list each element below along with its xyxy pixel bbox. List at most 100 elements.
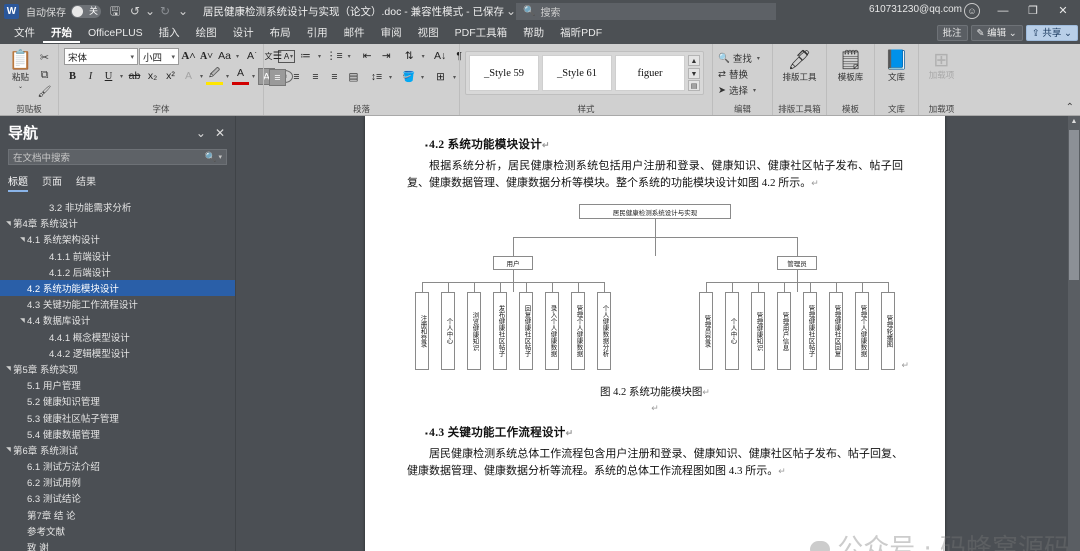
tab-mailings[interactable]: 邮件 [336, 23, 373, 43]
autosave-toggle[interactable]: 关 [71, 4, 101, 18]
undo-dropdown-icon[interactable]: ⌄ [145, 2, 155, 20]
sort-az-icon[interactable]: A↓ [432, 48, 449, 65]
nav-item[interactable]: 3.2 非功能需求分析 [0, 199, 235, 215]
sort-icon[interactable]: ⇅ [401, 48, 418, 65]
align-center-icon[interactable]: ≡ [288, 69, 305, 86]
expand-arrow-icon[interactable]: ◢ [5, 445, 12, 454]
chevron-down-icon[interactable]: ▾ [234, 53, 241, 60]
share-button[interactable]: ⇪ 共享 ⌄ [1025, 25, 1078, 41]
redo-icon[interactable]: ↻ [155, 2, 175, 20]
library-button[interactable]: 📘 文库 [880, 48, 913, 83]
styles-scroll-up-icon[interactable]: ▲ [688, 55, 700, 66]
nav-item[interactable]: ◢ 4.4 数据库设计 [0, 312, 235, 328]
nav-item[interactable]: 第7章 结 论 [0, 507, 235, 523]
font-name-input[interactable]: 宋体 ▾ [64, 48, 138, 65]
comment-button[interactable]: 批注 [936, 25, 968, 41]
template-button[interactable]: 🗒 模板库 [832, 48, 869, 83]
paste-button[interactable]: 📋 粘贴 ⌄ [5, 48, 36, 90]
nav-item[interactable]: 4.1.1 前端设计 [0, 248, 235, 264]
nav-item[interactable]: ◢ 第6章 系统测试 [0, 442, 235, 458]
italic-button[interactable]: I [82, 68, 99, 85]
customize-quick-access-icon[interactable]: ⌄ [175, 2, 191, 20]
chevron-down-icon[interactable]: ▾ [250, 73, 257, 80]
chevron-down-icon[interactable]: ▾ [316, 53, 323, 60]
tab-file[interactable]: 文件 [6, 23, 43, 43]
nav-tab-headings[interactable]: 标题 [8, 173, 28, 192]
nav-item[interactable]: 致 谢 [0, 539, 235, 551]
cut-icon[interactable]: ✂ [36, 50, 53, 66]
style-item[interactable]: figuer [615, 55, 685, 91]
avatar[interactable]: ☺ [964, 3, 980, 19]
nav-item[interactable]: 参考文献 [0, 523, 235, 539]
typeset-button[interactable]: 🖊 排版工具 [778, 48, 821, 83]
find-button[interactable]: 🔍 查找 ▾ [718, 51, 762, 66]
nav-item[interactable]: 5.2 健康知识管理 [0, 393, 235, 409]
justify-icon[interactable]: ≡ [326, 69, 343, 86]
tab-help[interactable]: 帮助 [515, 23, 552, 43]
tab-review[interactable]: 审阅 [373, 23, 410, 43]
multilevel-list-icon[interactable]: ⋮≡ [325, 48, 344, 65]
account-email[interactable]: 610731230@qq.com [869, 4, 962, 15]
expand-arrow-icon[interactable]: ◢ [19, 235, 26, 244]
chevron-down-icon[interactable]: ▾ [288, 53, 295, 60]
nav-tab-results[interactable]: 结果 [76, 173, 96, 192]
expand-arrow-icon[interactable]: ◢ [19, 316, 26, 325]
tab-design[interactable]: 设计 [225, 23, 262, 43]
borders-icon[interactable]: ⊞ [432, 69, 449, 86]
chevron-down-icon[interactable]: ▾ [218, 153, 222, 161]
tab-draw[interactable]: 绘图 [188, 23, 225, 43]
vertical-scrollbar[interactable]: ▲ ▼ [1068, 116, 1080, 551]
tab-officeplus[interactable]: OfficePLUS [80, 23, 151, 43]
nav-item[interactable]: ◢ 第4章 系统设计 [0, 215, 235, 231]
chevron-down-icon[interactable]: ▾ [419, 74, 426, 81]
chevron-down-icon[interactable]: ▾ [420, 53, 427, 60]
styles-more-icon[interactable]: ▤ [688, 80, 700, 91]
text-effects-icon[interactable]: A [180, 68, 197, 85]
shrink-font-button[interactable]: A˅ [198, 48, 215, 65]
numbered-list-icon[interactable]: ≔ [297, 48, 314, 65]
minimize-button[interactable]: — [988, 0, 1018, 22]
close-icon[interactable]: ✕ [215, 126, 225, 140]
font-color-icon[interactable]: A [232, 68, 249, 85]
align-right-icon[interactable]: ≡ [307, 69, 324, 86]
search-box[interactable]: 🔍 搜索 [516, 3, 776, 20]
styles-gallery[interactable]: _Style 59 _Style 61 figuer ▲ ▼ ▤ [465, 51, 704, 95]
clear-formatting-icon[interactable]: A͘ [242, 48, 259, 65]
select-button[interactable]: ➤ 选择 ▾ [718, 83, 762, 98]
underline-button[interactable]: U [100, 68, 117, 85]
nav-item[interactable]: 6.1 测试方法介绍 [0, 458, 235, 474]
tab-insert[interactable]: 插入 [151, 23, 188, 43]
bold-button[interactable]: B [64, 68, 81, 85]
save-icon[interactable]: 🖫 [105, 2, 125, 20]
addins-button[interactable]: ⊞ 加载项 [924, 48, 959, 80]
expand-arrow-icon[interactable]: ◢ [5, 219, 12, 228]
styles-scroll-down-icon[interactable]: ▼ [688, 67, 700, 79]
chevron-down-icon[interactable]: ▾ [387, 74, 394, 81]
chevron-down-icon[interactable]: ▾ [224, 73, 231, 80]
line-spacing-icon[interactable]: ↕≡ [368, 69, 385, 86]
collapse-ribbon-icon[interactable]: ⌃ [1066, 102, 1074, 113]
nav-item[interactable]: ◢ 第5章 系统实现 [0, 361, 235, 377]
chevron-down-icon[interactable]: ⌄ [196, 126, 206, 140]
bullet-list-icon[interactable]: ☰ [269, 48, 286, 65]
chevron-down-icon[interactable]: ▾ [451, 74, 458, 81]
nav-item[interactable]: 5.3 健康社区帖子管理 [0, 409, 235, 425]
subscript-button[interactable]: x₂ [144, 68, 161, 85]
highlight-color-icon[interactable]: 🖉 [206, 68, 223, 85]
strikethrough-button[interactable]: ab [126, 68, 143, 85]
nav-item[interactable]: 4.4.1 概念模型设计 [0, 329, 235, 345]
nav-item[interactable]: 4.1.2 后端设计 [0, 264, 235, 280]
scrollbar-thumb[interactable] [1069, 130, 1079, 280]
chevron-down-icon[interactable]: ▾ [346, 53, 353, 60]
font-size-input[interactable]: 小四 ▾ [139, 48, 179, 65]
increase-indent-icon[interactable]: ⇥ [378, 48, 395, 65]
format-painter-icon[interactable]: 🖌 [36, 84, 53, 100]
grow-font-button[interactable]: A˄ [180, 48, 197, 65]
change-case-button[interactable]: Aa [216, 48, 233, 65]
replace-button[interactable]: ⇄ 替换 [718, 67, 762, 82]
nav-item[interactable]: 4.3 关键功能工作流程设计 [0, 296, 235, 312]
expand-arrow-icon[interactable]: ◢ [5, 364, 12, 373]
nav-item[interactable]: 6.3 测试结论 [0, 490, 235, 506]
nav-item[interactable]: 4.2 系统功能模块设计 [0, 279, 235, 297]
close-button[interactable]: ✕ [1048, 0, 1078, 22]
